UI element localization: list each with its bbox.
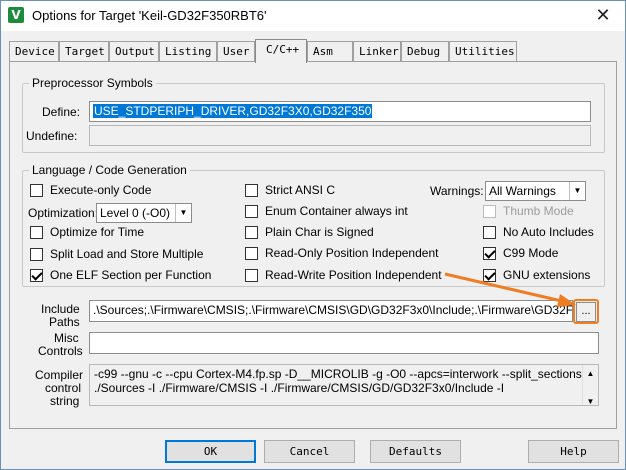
- tab-asm[interactable]: Asm: [307, 41, 353, 61]
- ro-pi-label: Read-Only Position Independent: [265, 246, 439, 260]
- tab-listing[interactable]: Listing: [159, 41, 217, 61]
- include-paths-label-2: Paths: [49, 315, 80, 329]
- split-load-box[interactable]: [30, 247, 43, 261]
- execute-only-label: Execute-only Code: [50, 183, 152, 197]
- optimize-time-label: Optimize for Time: [50, 225, 145, 239]
- defaults-button[interactable]: Defaults: [370, 440, 461, 463]
- plain-char-box[interactable]: [245, 225, 258, 239]
- tab-utilities[interactable]: Utilities: [449, 41, 517, 61]
- define-value: USE_STDPERIPH_DRIVER,GD32F3X0,GD32F350: [93, 104, 373, 118]
- tab-c-cpp[interactable]: C/C++: [255, 39, 307, 63]
- thumb-mode-box: [483, 204, 496, 218]
- rw-pi-label: Read-Write Position Independent: [265, 268, 442, 282]
- one-elf-checkbox[interactable]: One ELF Section per Function: [30, 268, 211, 282]
- enum-container-checkbox[interactable]: Enum Container always int: [245, 204, 408, 218]
- compiler-string-scrollbar[interactable]: ▲ ▼: [582, 365, 598, 406]
- thumb-mode-label: Thumb Mode: [503, 204, 574, 218]
- c99-mode-checkbox[interactable]: C99 Mode: [483, 246, 558, 260]
- compiler-string-label-2: control: [45, 381, 82, 395]
- execute-only-checkbox[interactable]: Execute-only Code: [30, 183, 151, 197]
- scroll-down-icon[interactable]: ▼: [583, 395, 598, 409]
- optimize-time-checkbox[interactable]: Optimize for Time: [30, 225, 144, 239]
- compiler-string-line-2: ./Sources -I ./Firmware/CMSIS -I ./Firmw…: [94, 381, 505, 395]
- compiler-string-label-1: Compiler: [35, 368, 84, 382]
- c99-mode-label: C99 Mode: [503, 246, 559, 260]
- strict-ansi-box[interactable]: [245, 183, 258, 197]
- close-icon[interactable]: ✕: [593, 6, 613, 26]
- ro-pi-checkbox[interactable]: Read-Only Position Independent: [245, 246, 438, 260]
- warnings-select[interactable]: All Warnings ▼: [485, 181, 586, 201]
- tab-device[interactable]: Device: [9, 41, 59, 61]
- compiler-string-label-3: string: [50, 394, 80, 408]
- c99-mode-box[interactable]: [483, 246, 496, 260]
- no-auto-includes-label: No Auto Includes: [503, 225, 594, 239]
- keil-app-icon: V: [8, 7, 24, 23]
- optimize-time-box[interactable]: [30, 225, 43, 239]
- tab-debug[interactable]: Debug: [401, 41, 449, 61]
- strict-ansi-checkbox[interactable]: Strict ANSI C: [245, 183, 335, 197]
- execute-only-box[interactable]: [30, 183, 43, 197]
- tab-target[interactable]: Target: [59, 41, 109, 61]
- help-button[interactable]: Help: [528, 440, 619, 463]
- undefine-label: Undefine:: [26, 129, 78, 143]
- options-dialog: V Options for Target 'Keil-GD32F350RBT6'…: [0, 0, 626, 470]
- cancel-button[interactable]: Cancel: [264, 440, 355, 463]
- tab-output[interactable]: Output: [109, 41, 159, 61]
- c-cpp-panel: Preprocessor Symbols Define: USE_STDPERI…: [9, 61, 617, 429]
- compiler-string-line-1: -c99 --gnu -c --cpu Cortex-M4.fp.sp -D__…: [94, 367, 593, 381]
- split-load-checkbox[interactable]: Split Load and Store Multiple: [30, 247, 203, 261]
- plain-char-checkbox[interactable]: Plain Char is Signed: [245, 225, 374, 239]
- undefine-input[interactable]: [89, 125, 591, 146]
- warnings-value: All Warnings: [489, 184, 556, 198]
- no-auto-includes-box[interactable]: [483, 225, 496, 239]
- include-paths-label-1: Include: [41, 302, 80, 316]
- enum-container-box[interactable]: [245, 204, 258, 218]
- one-elf-box[interactable]: [30, 268, 43, 282]
- optimization-label: Optimization:: [28, 206, 99, 220]
- compiler-string-textarea[interactable]: -c99 --gnu -c --cpu Cortex-M4.fp.sp -D__…: [89, 364, 599, 406]
- language-group-title: Language / Code Generation: [29, 163, 190, 177]
- rw-pi-box[interactable]: [245, 268, 258, 282]
- preprocessor-group: Preprocessor Symbols Define: USE_STDPERI…: [22, 76, 605, 153]
- title-bar: V Options for Target 'Keil-GD32F350RBT6'…: [1, 1, 625, 31]
- split-load-label: Split Load and Store Multiple: [50, 247, 204, 261]
- define-input[interactable]: USE_STDPERIPH_DRIVER,GD32F3X0,GD32F350: [89, 101, 591, 122]
- preprocessor-group-title: Preprocessor Symbols: [29, 76, 156, 90]
- strict-ansi-label: Strict ANSI C: [265, 183, 336, 197]
- optimization-value: Level 0 (-O0): [100, 206, 171, 220]
- chevron-down-icon[interactable]: ▼: [175, 204, 191, 222]
- optimization-select[interactable]: Level 0 (-O0) ▼: [96, 203, 192, 223]
- plain-char-label: Plain Char is Signed: [265, 225, 374, 239]
- enum-container-label: Enum Container always int: [265, 204, 408, 218]
- annotation-arrow-icon: [444, 272, 576, 307]
- misc-controls-label-2: Controls: [38, 344, 83, 358]
- no-auto-includes-checkbox[interactable]: No Auto Includes: [483, 225, 594, 239]
- ok-button[interactable]: OK: [165, 440, 256, 463]
- tab-user[interactable]: User: [217, 41, 255, 61]
- ro-pi-box[interactable]: [245, 246, 258, 260]
- rw-pi-checkbox[interactable]: Read-Write Position Independent: [245, 268, 442, 282]
- tab-linker[interactable]: Linker: [353, 41, 401, 61]
- define-label: Define:: [42, 105, 81, 119]
- scroll-up-icon[interactable]: ▲: [583, 367, 598, 381]
- one-elf-label: One ELF Section per Function: [50, 268, 212, 282]
- window-title: Options for Target 'Keil-GD32F350RBT6': [32, 8, 267, 23]
- misc-controls-label-1: Misc: [54, 331, 79, 345]
- misc-controls-input[interactable]: [89, 332, 599, 354]
- chevron-down-icon[interactable]: ▼: [569, 182, 585, 200]
- warnings-label: Warnings:: [430, 184, 484, 198]
- thumb-mode-checkbox: Thumb Mode: [483, 204, 574, 218]
